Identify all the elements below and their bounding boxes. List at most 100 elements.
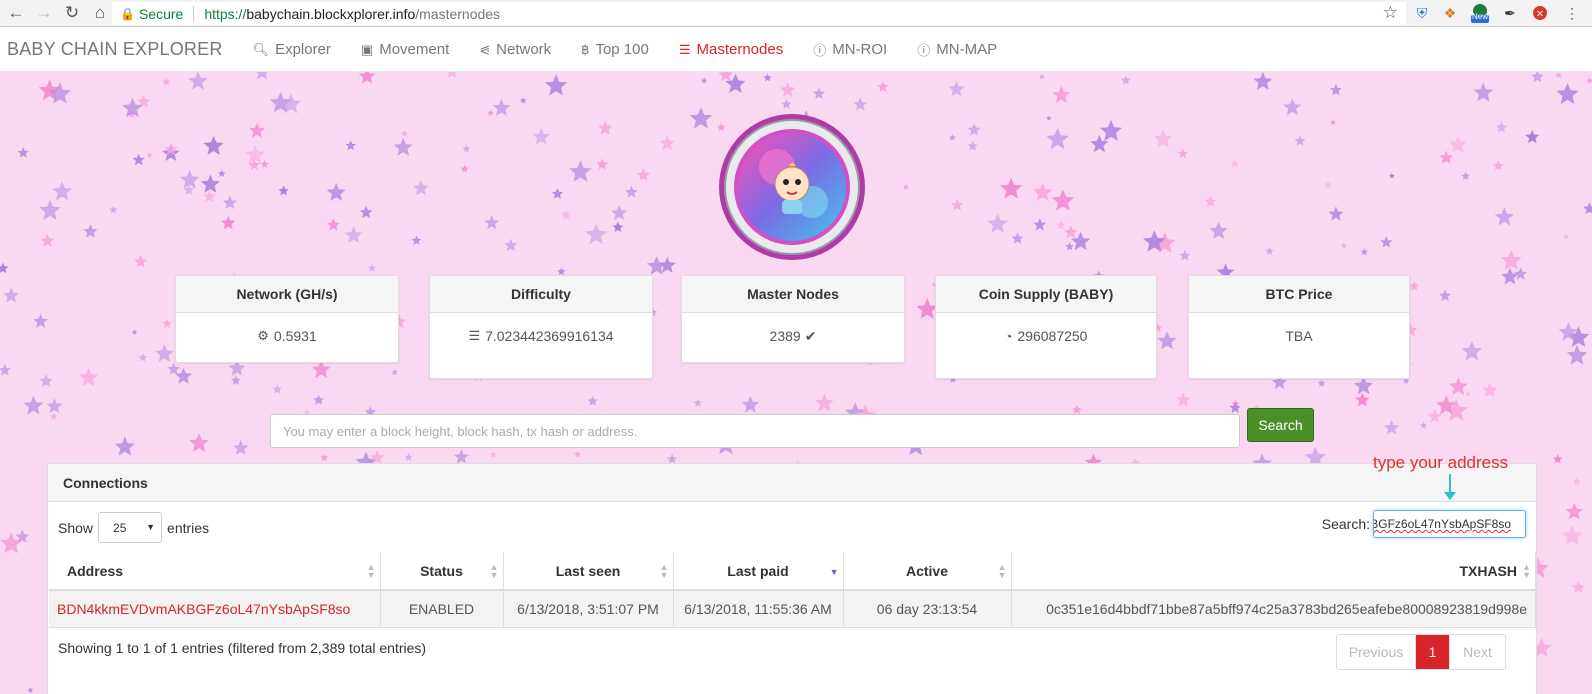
- star-shape: [1419, 421, 1427, 429]
- brand[interactable]: BABY CHAIN EXPLORER: [0, 39, 223, 60]
- col-active[interactable]: Active ▲ ▼: [843, 552, 1012, 591]
- star-shape: [1120, 75, 1131, 85]
- star-shape: [1481, 382, 1498, 398]
- col-status[interactable]: Status ▲ ▼: [380, 552, 504, 591]
- star-shape: [1294, 135, 1306, 146]
- masternodes-value: 2389: [769, 328, 801, 344]
- svg-text:×: ×: [1536, 9, 1544, 20]
- row-active: 06 day 23:13:54: [843, 590, 1012, 628]
- star-shape: [138, 353, 148, 362]
- col-last-paid[interactable]: Last paid ▼: [673, 552, 844, 591]
- panel-body: ◔ 296087250: [936, 313, 1156, 359]
- star-shape: [1461, 341, 1483, 361]
- star-shape: [487, 109, 494, 116]
- shield-extension-icon[interactable]: ⛨: [1412, 3, 1432, 23]
- star-shape: [1230, 159, 1240, 168]
- url-path: /masternodes: [415, 5, 501, 22]
- star-shape: [189, 433, 209, 452]
- nav-mn-map[interactable]: ⓘ MN-MAP: [902, 40, 1012, 59]
- length-value: 25: [113, 520, 127, 535]
- url-scheme: https://: [204, 5, 247, 22]
- star-shape: [659, 135, 675, 151]
- col-last-seen[interactable]: Last seen ▲ ▼: [503, 552, 674, 591]
- stat-panel-network: Network (GH/s) ⚙ 0.5931: [175, 275, 399, 363]
- star-shape: [1565, 502, 1583, 520]
- star-shape: [504, 238, 518, 251]
- star-shape: [272, 384, 283, 394]
- star-shape: [853, 97, 868, 111]
- stat-panel-btc: BTC Price TBA: [1188, 275, 1410, 379]
- star-shape: [877, 81, 889, 92]
- col-txhash[interactable]: TXHASH ▲ ▼: [1011, 552, 1536, 591]
- star-shape: [569, 160, 592, 182]
- network-value: 0.5931: [273, 328, 317, 344]
- star-shape: [1380, 236, 1393, 248]
- star-shape: [0, 262, 9, 274]
- star-shape: [1355, 392, 1370, 407]
- caret-down-icon: ▼: [146, 522, 156, 532]
- row-address[interactable]: BDN4kkmEVDvmAKBGFz6oL47nYsbApSF8so: [49, 590, 381, 628]
- nav-movement[interactable]: ▣ Movement: [346, 41, 464, 58]
- code-extension-icon[interactable]: ❖: [1440, 3, 1460, 23]
- nav-top100[interactable]: ฿ Top 100: [566, 41, 664, 58]
- search-button[interactable]: Search: [1247, 408, 1314, 442]
- btc-value: TBA: [1285, 328, 1313, 344]
- star-shape: [1253, 72, 1273, 90]
- star-shape: [401, 130, 408, 137]
- page-background: Network (GH/s) ⚙ 0.5931 Difficulty ☰ 7.023…: [0, 72, 1592, 694]
- share-icon: ⪗: [479, 41, 491, 57]
- nav-label: Masternodes: [696, 41, 784, 58]
- nav-masternodes[interactable]: ☰ Masternodes: [664, 41, 798, 58]
- panel-body: 2389 ✔: [682, 313, 904, 359]
- explorer-search-input[interactable]: You may enter a block height, block hash…: [270, 414, 1240, 448]
- back-icon[interactable]: ←: [4, 1, 28, 25]
- page-1-button[interactable]: 1: [1416, 635, 1449, 669]
- star-shape: [551, 187, 564, 199]
- col-label: TXHASH: [1459, 562, 1517, 579]
- site-navbar: BABY CHAIN EXPLORER 🔍︎ Explorer ▣ Movement…: [0, 28, 1592, 72]
- star-shape: [33, 313, 48, 328]
- address-bar[interactable]: 🔒 Secure https://babychain.blockxplorer.…: [112, 2, 1406, 25]
- nav-network[interactable]: ⪗ Network: [464, 41, 566, 58]
- star-shape: [40, 234, 55, 247]
- star-shape: [1329, 84, 1342, 96]
- star-shape: [1328, 206, 1344, 221]
- star-shape: [1177, 148, 1189, 159]
- home-icon[interactable]: ⌂: [88, 1, 112, 25]
- sort-icon: ▲ ▼: [1522, 562, 1531, 580]
- star-shape: [109, 205, 118, 214]
- table-search-input[interactable]: BDN4kkmEVDvmAKBGFz6oL47nYsbApSF8so: [1373, 510, 1526, 538]
- bookmark-star-icon[interactable]: ☆: [1383, 3, 1398, 23]
- stat-panel-difficulty: Difficulty ☰ 7.023442369916134: [429, 275, 653, 379]
- star-shape: [967, 123, 981, 136]
- star-shape: [1229, 401, 1241, 413]
- nav-mn-roi[interactable]: ⓘ MN-ROI: [798, 40, 902, 59]
- star-shape: [220, 215, 236, 230]
- row-txhash: 0c351e16d4bbdf71bbe87a5bff974c25a3783bd2…: [1011, 590, 1536, 628]
- star-shape: [222, 195, 237, 209]
- nav-explorer[interactable]: 🔍︎ Explorer: [238, 41, 346, 58]
- extension-new-icon[interactable]: New: [1470, 3, 1490, 23]
- menu-dots-icon[interactable]: ⋮: [1562, 3, 1582, 23]
- reload-icon[interactable]: ↻: [60, 1, 84, 25]
- forward-icon[interactable]: →: [32, 1, 56, 25]
- entries-length-select[interactable]: 25 ▼: [98, 512, 163, 543]
- lock-icon: 🔒: [120, 6, 135, 21]
- col-address[interactable]: Address ▲ ▼: [49, 552, 381, 591]
- star-shape: [131, 329, 138, 335]
- nav-label: Top 100: [595, 41, 649, 58]
- divider: [193, 5, 195, 22]
- star-shape: [1514, 267, 1528, 280]
- star-shape: [167, 362, 180, 375]
- star-shape: [1383, 419, 1400, 435]
- star-shape: [1099, 119, 1123, 141]
- search-icon: 🔍︎: [252, 41, 270, 57]
- star-shape: [0, 363, 11, 376]
- next-button[interactable]: Next: [1449, 635, 1505, 669]
- pen-extension-icon[interactable]: ✒: [1500, 3, 1520, 23]
- star-shape: [1583, 202, 1592, 215]
- pie-chart-icon: ◔: [1004, 328, 1013, 344]
- red-extension-icon[interactable]: ×: [1530, 3, 1550, 23]
- star-shape: [612, 221, 624, 232]
- previous-button[interactable]: Previous: [1337, 635, 1416, 669]
